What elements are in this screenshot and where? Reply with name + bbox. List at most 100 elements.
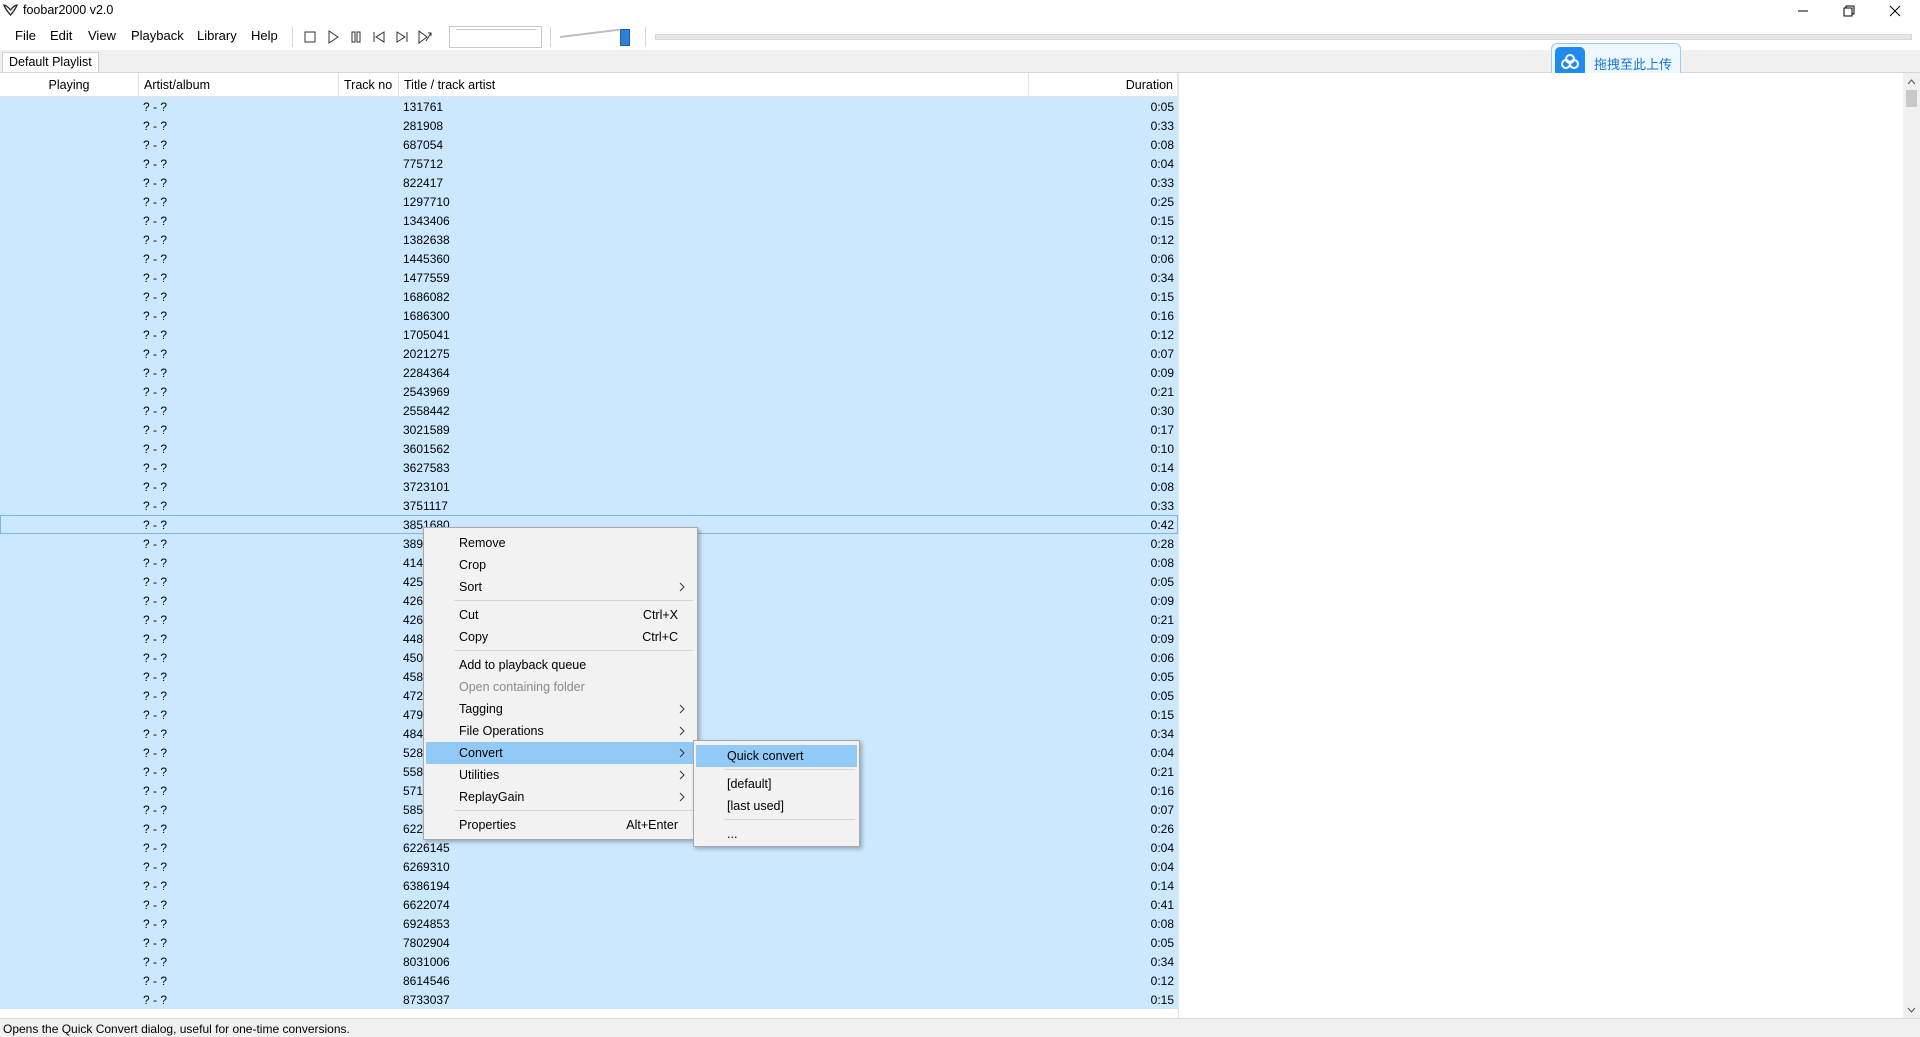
menu-item-cut[interactable]: Cut Ctrl+X <box>426 604 695 626</box>
menu-library[interactable]: Library <box>197 28 237 43</box>
pause-button[interactable] <box>348 29 364 45</box>
submenu-item-last-used[interactable]: [last used] <box>696 795 857 817</box>
table-row[interactable]: ? - ? 775712 0:04 <box>0 154 1178 173</box>
table-row[interactable]: ? - ? 1382638 0:12 <box>0 230 1178 249</box>
restore-button[interactable] <box>1826 0 1872 22</box>
menu-item-utilities[interactable]: Utilities <box>426 764 695 786</box>
cell-duration: 0:28 <box>1150 537 1174 551</box>
cell-title: 3723101 <box>403 480 450 494</box>
cell-artist-album: ? - ? <box>143 385 168 399</box>
table-row[interactable]: ? - ? 2558442 0:30 <box>0 401 1178 420</box>
table-row[interactable]: ? - ? 2543969 0:21 <box>0 382 1178 401</box>
chevron-right-icon <box>679 726 685 736</box>
window-title: foobar2000 v2.0 <box>23 3 114 17</box>
table-row[interactable]: ? - ? 3751117 0:33 <box>0 496 1178 515</box>
minimize-button[interactable] <box>1780 0 1826 22</box>
table-row[interactable]: ? - ? 2284364 0:09 <box>0 363 1178 382</box>
menu-view[interactable]: View <box>88 28 116 43</box>
menu-file[interactable]: File <box>15 28 36 43</box>
menu-item-label: [default] <box>727 777 772 791</box>
menu-item-tagging[interactable]: Tagging <box>426 698 695 720</box>
submenu-item-more[interactable]: ... <box>696 823 857 845</box>
stop-button[interactable] <box>302 29 318 45</box>
seekbar[interactable] <box>655 34 1912 40</box>
menu-item-convert[interactable]: Convert <box>426 742 695 764</box>
cell-title: 3627583 <box>403 461 450 475</box>
cell-duration: 0:33 <box>1150 176 1174 190</box>
column-track-no[interactable]: Track no <box>339 73 399 97</box>
toolbar-separator <box>550 27 551 47</box>
submenu-item-quick-convert[interactable]: Quick convert <box>696 745 857 767</box>
menu-edit[interactable]: Edit <box>50 28 72 43</box>
scroll-up-button[interactable] <box>1903 73 1920 90</box>
cell-title: 8614546 <box>403 974 450 988</box>
menu-item-properties[interactable]: Properties Alt+Enter <box>426 814 695 836</box>
close-button[interactable] <box>1872 0 1918 22</box>
menu-item-add-to-playback-queue[interactable]: Add to playback queue <box>426 654 695 676</box>
cell-duration: 0:16 <box>1150 784 1174 798</box>
submenu-item-default[interactable]: [default] <box>696 773 857 795</box>
cell-title: 1686300 <box>403 309 450 323</box>
menu-item-sort[interactable]: Sort <box>426 576 695 598</box>
cell-title: 3751117 <box>403 499 448 513</box>
cell-duration: 0:04 <box>1150 746 1174 760</box>
menu-item-remove[interactable]: Remove <box>426 532 695 554</box>
table-row[interactable]: ? - ? 6269310 0:04 <box>0 857 1178 876</box>
table-row[interactable]: ? - ? 687054 0:08 <box>0 135 1178 154</box>
cell-artist-album: ? - ? <box>143 822 168 836</box>
table-row[interactable]: ? - ? 1343406 0:15 <box>0 211 1178 230</box>
table-row[interactable]: ? - ? 1477559 0:34 <box>0 268 1178 287</box>
table-row[interactable]: ? - ? 6226145 0:04 <box>0 838 1178 857</box>
table-row[interactable]: ? - ? 3627583 0:14 <box>0 458 1178 477</box>
menu-separator <box>724 769 855 770</box>
play-button[interactable] <box>325 29 341 45</box>
cell-duration: 0:04 <box>1150 860 1174 874</box>
column-duration[interactable]: Duration <box>1029 73 1178 97</box>
table-row[interactable]: ? - ? 822417 0:33 <box>0 173 1178 192</box>
previous-button[interactable] <box>371 29 387 45</box>
table-row[interactable]: ? - ? 281908 0:33 <box>0 116 1178 135</box>
table-row[interactable]: ? - ? 6386194 0:14 <box>0 876 1178 895</box>
table-row[interactable]: ? - ? 1686082 0:15 <box>0 287 1178 306</box>
table-row[interactable]: ? - ? 3723101 0:08 <box>0 477 1178 496</box>
menu-help[interactable]: Help <box>251 28 278 43</box>
table-row[interactable]: ? - ? 7802904 0:05 <box>0 933 1178 952</box>
cell-title: 1297710 <box>403 195 450 209</box>
volume-slider-thumb[interactable] <box>620 29 630 46</box>
menu-item-replaygain[interactable]: ReplayGain <box>426 786 695 808</box>
table-row[interactable]: ? - ? 1686300 0:16 <box>0 306 1178 325</box>
table-row[interactable]: ? - ? 1297710 0:25 <box>0 192 1178 211</box>
cell-artist-album: ? - ? <box>143 195 168 209</box>
scroll-thumb[interactable] <box>1906 90 1917 107</box>
tab-default-playlist[interactable]: Default Playlist <box>2 52 99 72</box>
cell-duration: 0:21 <box>1150 385 1174 399</box>
table-row[interactable]: ? - ? 8031006 0:34 <box>0 952 1178 971</box>
next-button[interactable] <box>394 29 410 45</box>
cell-duration: 0:30 <box>1150 404 1174 418</box>
column-playing[interactable]: Playing <box>0 73 139 97</box>
playlist-scrollbar[interactable] <box>1903 73 1920 1018</box>
table-row[interactable]: ? - ? 2021275 0:07 <box>0 344 1178 363</box>
menu-item-copy[interactable]: Copy Ctrl+C <box>426 626 695 648</box>
cell-duration: 0:15 <box>1150 993 1174 1007</box>
column-artist-album[interactable]: Artist/album <box>139 73 339 97</box>
table-row[interactable]: ? - ? 1445360 0:06 <box>0 249 1178 268</box>
table-row[interactable]: ? - ? 3601562 0:10 <box>0 439 1178 458</box>
table-row[interactable]: ? - ? 1705041 0:12 <box>0 325 1178 344</box>
table-row[interactable]: ? - ? 8614546 0:12 <box>0 971 1178 990</box>
menu-item-label: Convert <box>459 746 503 760</box>
menu-item-crop[interactable]: Crop <box>426 554 695 576</box>
menu-item-label: ReplayGain <box>459 790 525 804</box>
column-title[interactable]: Title / track artist <box>399 73 1029 97</box>
scroll-down-button[interactable] <box>1903 1001 1920 1018</box>
table-row[interactable]: ? - ? 8733037 0:15 <box>0 990 1178 1009</box>
menu-item-file-operations[interactable]: File Operations <box>426 720 695 742</box>
table-row[interactable]: ? - ? 6622074 0:41 <box>0 895 1178 914</box>
table-row[interactable]: ? - ? 6924853 0:08 <box>0 914 1178 933</box>
table-row[interactable]: ? - ? 3021589 0:17 <box>0 420 1178 439</box>
table-row[interactable]: ? - ? 131761 0:05 <box>0 97 1178 116</box>
empty-panel <box>1178 73 1903 1018</box>
menu-playback[interactable]: Playback <box>131 28 184 43</box>
cell-artist-album: ? - ? <box>143 518 168 532</box>
random-button[interactable] <box>417 29 433 45</box>
